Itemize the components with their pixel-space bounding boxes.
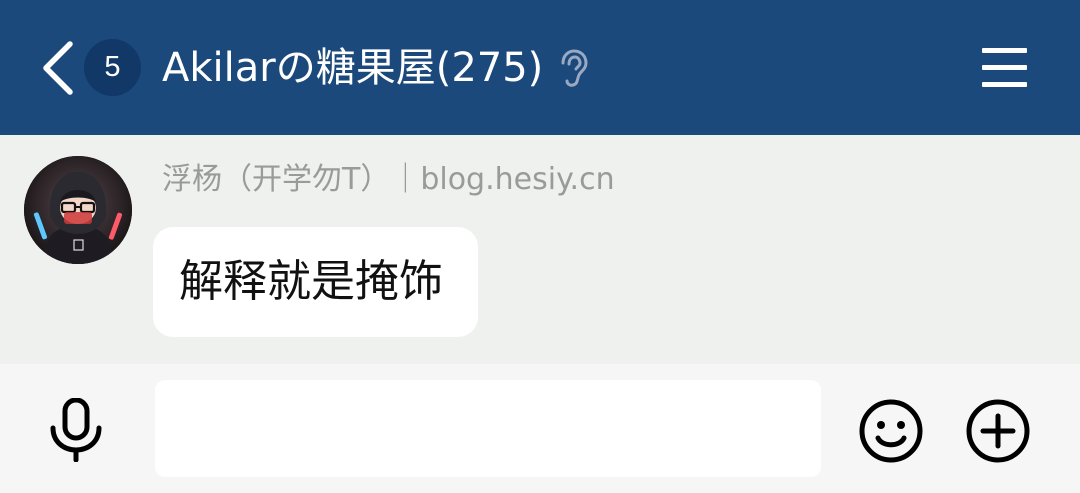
message-input[interactable]: [155, 380, 821, 477]
chat-header: 5 Akilarの糖果屋(275): [0, 0, 1080, 135]
chevron-left-icon: [43, 41, 73, 95]
back-button[interactable]: [36, 38, 80, 98]
message-bubble[interactable]: 解释就是掩饰: [153, 227, 478, 337]
unread-count-badge[interactable]: 5: [84, 39, 141, 96]
microphone-icon: [50, 397, 102, 463]
avatar[interactable]: [24, 156, 132, 264]
smiley-icon: [859, 399, 923, 463]
voice-button[interactable]: [46, 397, 106, 463]
message-text: 解释就是掩饰: [179, 256, 443, 307]
more-button[interactable]: [965, 398, 1031, 464]
input-bar: [0, 364, 1080, 493]
ear-icon[interactable]: [556, 48, 590, 90]
emoji-button[interactable]: [858, 398, 924, 464]
chat-title[interactable]: Akilarの糖果屋(275): [162, 40, 543, 96]
sender-name[interactable]: 浮杨（开学勿T）｜blog.hesiy.cn: [162, 159, 615, 201]
message-list[interactable]: 浮杨（开学勿T）｜blog.hesiy.cn 解释就是掩饰: [0, 135, 1080, 364]
menu-button[interactable]: [976, 42, 1032, 94]
plus-circle-icon: [966, 399, 1030, 463]
